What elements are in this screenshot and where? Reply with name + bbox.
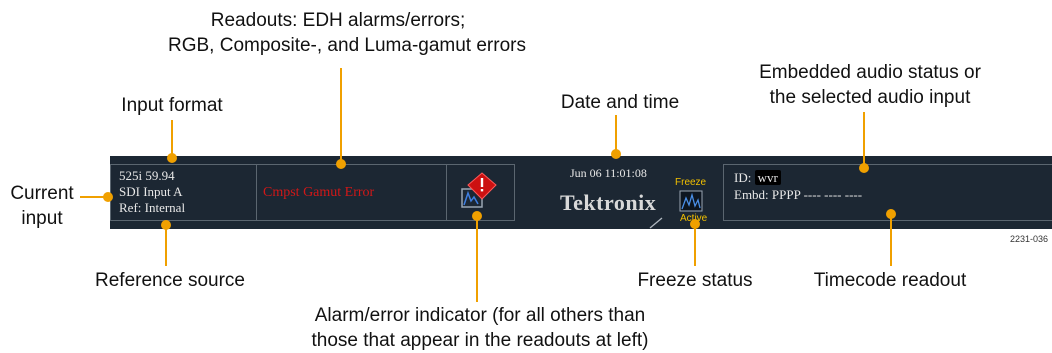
dot-readouts xyxy=(336,159,346,169)
dot-embedded-audio xyxy=(859,163,869,173)
dot-freeze-status xyxy=(690,219,700,229)
dot-alarm xyxy=(472,211,482,221)
dot-input-format xyxy=(167,153,177,163)
callout-leaders xyxy=(80,68,896,302)
dot-current-input xyxy=(103,192,113,202)
dot-reference-source xyxy=(161,220,171,230)
dot-date-time xyxy=(611,149,621,159)
dot-timecode xyxy=(886,209,896,219)
